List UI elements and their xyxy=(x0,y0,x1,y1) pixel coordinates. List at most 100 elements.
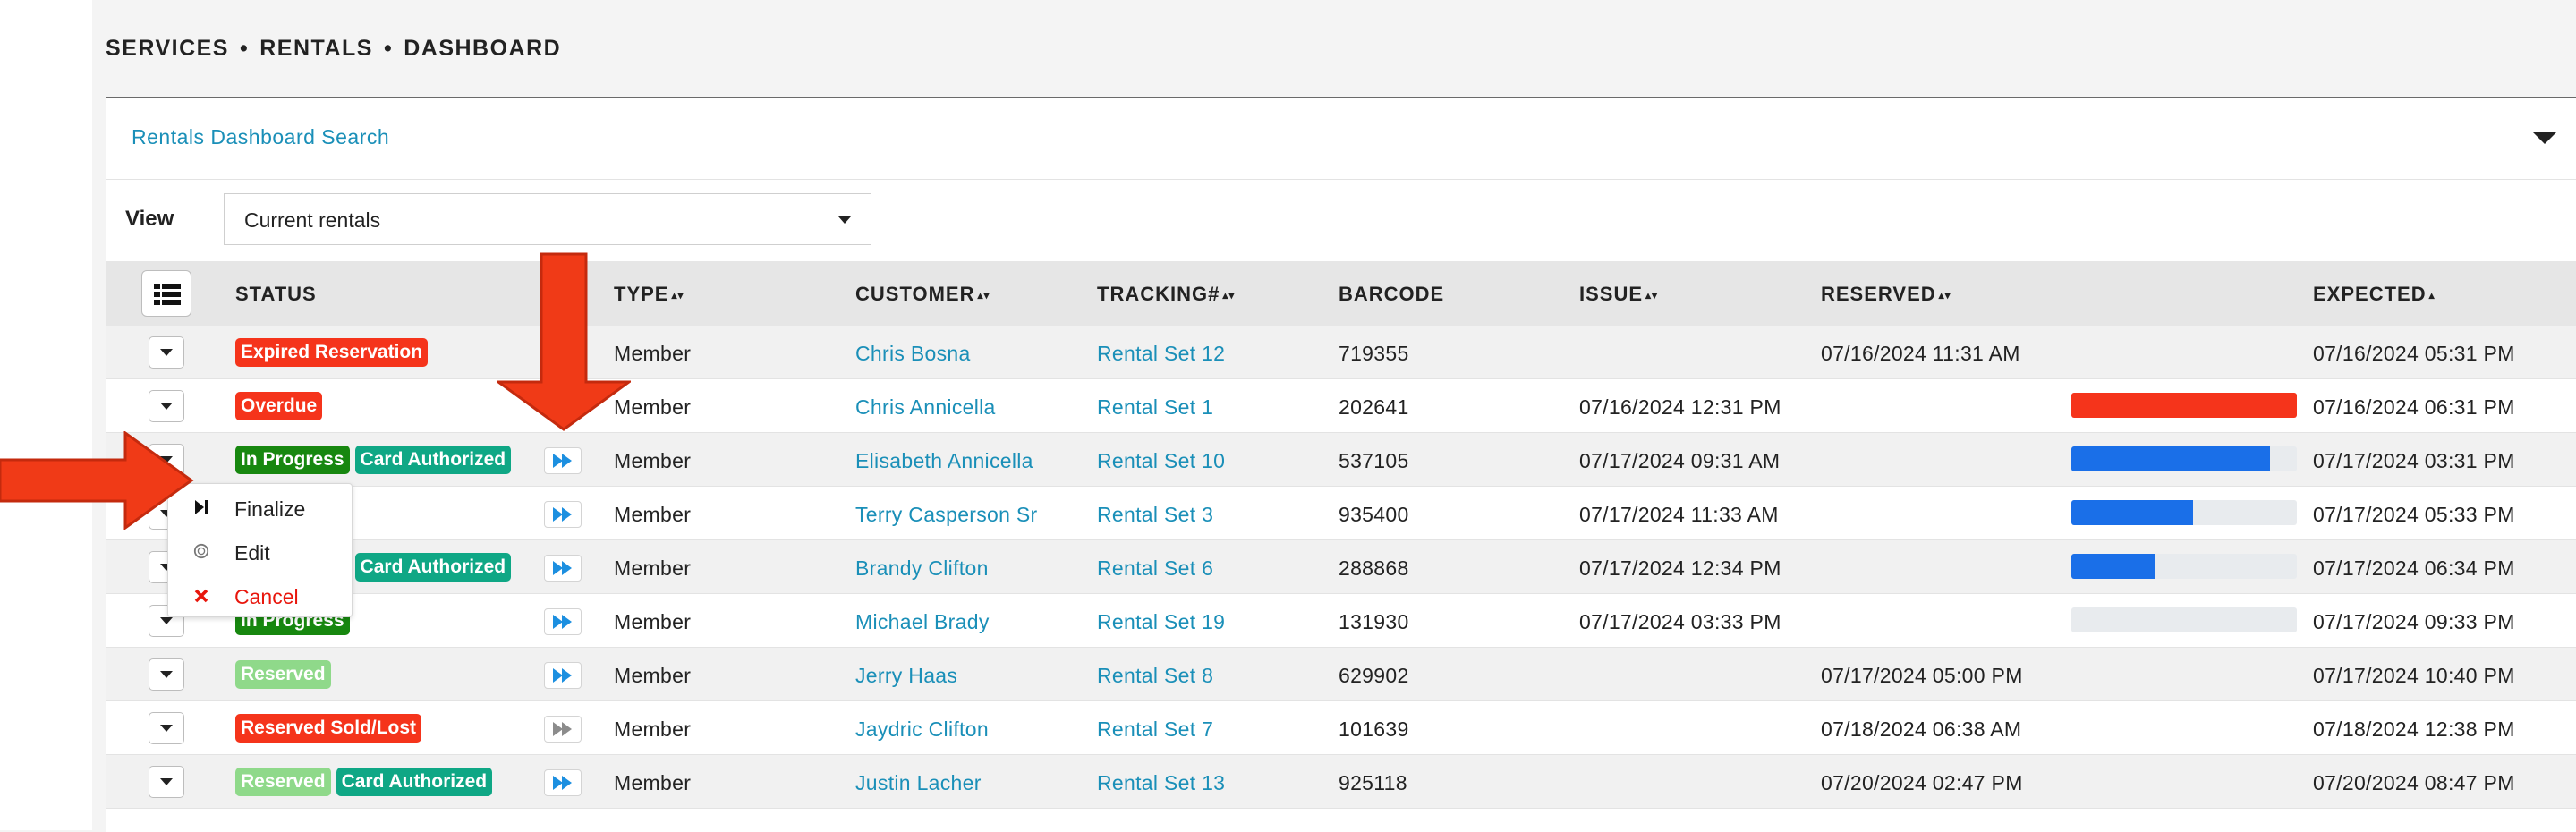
status-badges: Reserved Sold/Lost xyxy=(235,714,427,743)
fast-forward-button[interactable] xyxy=(544,716,582,743)
progress-fill xyxy=(2071,393,2297,418)
edit-icon xyxy=(193,543,209,559)
view-select-value: Current rentals xyxy=(244,208,381,232)
view-select[interactable]: Current rentals xyxy=(224,193,871,245)
reserved-cell: 07/18/2024 06:38 AM xyxy=(1821,717,2022,741)
header-reserved[interactable]: RESERVED ▴▾ xyxy=(1821,283,1951,306)
reserved-cell: 07/17/2024 05:00 PM xyxy=(1821,664,2023,687)
search-accordion-label[interactable]: Rentals Dashboard Search xyxy=(132,125,389,149)
menu-item-edit[interactable]: Edit xyxy=(168,535,352,571)
progress-fill xyxy=(2071,446,2270,471)
barcode-cell: 925118 xyxy=(1339,771,1407,794)
tracking-link[interactable]: Rental Set 10 xyxy=(1097,449,1225,473)
sort-icon: ▴▾ xyxy=(1645,289,1659,302)
chevron-down-icon[interactable] xyxy=(2533,132,2556,144)
menu-item-cancel[interactable]: Cancel xyxy=(168,579,352,615)
expected-cell: 07/17/2024 03:31 PM xyxy=(2313,449,2515,472)
status-badge: Reserved xyxy=(235,768,331,796)
fast-forward-button[interactable] xyxy=(544,447,582,474)
row-expand-button[interactable] xyxy=(149,336,184,369)
barcode-cell: 288868 xyxy=(1339,556,1409,580)
fast-forward-button[interactable] xyxy=(544,555,582,582)
header-issue[interactable]: ISSUE ▴▾ xyxy=(1579,283,1658,306)
type-cell: Member xyxy=(614,664,692,687)
expected-cell: 07/18/2024 12:38 PM xyxy=(2313,717,2515,741)
table-row: In ProgressMemberTerry Casperson SrRenta… xyxy=(106,487,2576,540)
barcode-cell: 935400 xyxy=(1339,503,1409,526)
annotation-arrow-down-icon xyxy=(497,252,631,431)
status-badges: Overdue xyxy=(235,392,327,420)
view-label: View xyxy=(125,207,174,231)
status-badge: Reserved Sold/Lost xyxy=(235,714,422,743)
customer-link[interactable]: Brandy Clifton xyxy=(855,556,989,581)
breadcrumb-rentals[interactable]: RENTALS xyxy=(259,36,373,61)
tracking-link[interactable]: Rental Set 3 xyxy=(1097,503,1213,527)
expected-cell: 07/16/2024 06:31 PM xyxy=(2313,395,2515,419)
issue-cell: 07/17/2024 12:34 PM xyxy=(1579,556,1781,580)
sort-icon: ▴▾ xyxy=(671,289,684,302)
barcode-cell: 101639 xyxy=(1339,717,1409,741)
customer-link[interactable]: Elisabeth Annicella xyxy=(855,449,1033,473)
status-badge: In Progress xyxy=(235,446,350,474)
barcode-cell: 719355 xyxy=(1339,342,1409,365)
customer-link[interactable]: Justin Lacher xyxy=(855,771,982,795)
tracking-link[interactable]: Rental Set 12 xyxy=(1097,342,1225,366)
sort-icon: ▴▾ xyxy=(1938,289,1951,302)
type-cell: Member xyxy=(614,717,692,741)
menu-item-finalize[interactable]: Finalize xyxy=(168,491,352,527)
sort-icon: ▴▾ xyxy=(1222,289,1236,302)
status-badge: Expired Reservation xyxy=(235,338,429,367)
expected-cell: 07/16/2024 05:31 PM xyxy=(2313,342,2515,365)
customer-link[interactable]: Jerry Haas xyxy=(855,664,957,688)
table-row: Reserved Sold/Lost Member Jaydric Clifton R… xyxy=(106,701,2576,755)
tracking-link[interactable]: Rental Set 7 xyxy=(1097,717,1213,742)
table-row: Reserved Card Authorized Member Justin Lach… xyxy=(106,755,2576,809)
header-tracking[interactable]: TRACKING# ▴▾ xyxy=(1097,283,1235,306)
fast-forward-button[interactable] xyxy=(544,608,582,635)
customer-link[interactable]: Michael Brady xyxy=(855,610,990,634)
header-barcode: BARCODE xyxy=(1339,283,1445,305)
breadcrumb-separator: • xyxy=(383,36,394,61)
row-actions-menu: Finalize Edit Cancel xyxy=(167,483,353,617)
row-expand-button[interactable] xyxy=(149,712,184,744)
issue-cell: 07/17/2024 03:33 PM xyxy=(1579,610,1781,633)
menu-item-label: Finalize xyxy=(234,497,306,521)
row-expand-button[interactable] xyxy=(149,390,184,422)
customer-link[interactable]: Chris Annicella xyxy=(855,395,996,420)
column-chooser-button[interactable] xyxy=(141,270,191,317)
rental-progress-bar xyxy=(2071,554,2297,579)
tracking-link[interactable]: Rental Set 13 xyxy=(1097,771,1225,795)
barcode-cell: 131930 xyxy=(1339,610,1409,633)
row-expand-button[interactable] xyxy=(149,658,184,691)
expected-cell: 07/17/2024 05:33 PM xyxy=(2313,503,2515,526)
row-expand-button[interactable] xyxy=(149,766,184,798)
tracking-link[interactable]: Rental Set 1 xyxy=(1097,395,1213,420)
list-grid-icon xyxy=(154,284,181,308)
fast-forward-button[interactable] xyxy=(544,501,582,528)
rental-progress-bar xyxy=(2071,393,2297,418)
status-badge: Card Authorized xyxy=(336,768,493,796)
table-row: Overdue Member Chris Annicella Rental Set 1… xyxy=(106,379,2576,433)
breadcrumb-services[interactable]: SERVICES xyxy=(106,36,229,61)
breadcrumb-separator: • xyxy=(239,36,250,61)
issue-cell: 07/16/2024 12:31 PM xyxy=(1579,395,1781,419)
table-row: In Progress Card Authorized Member Elisabet… xyxy=(106,433,2576,487)
customer-link[interactable]: Jaydric Clifton xyxy=(855,717,989,742)
table-row: In ProgressCard AuthorizedMemberBrandy C… xyxy=(106,540,2576,594)
search-accordion[interactable]: Rentals Dashboard Search xyxy=(106,98,2576,180)
header-expected[interactable]: EXPECTED ▴ xyxy=(2313,283,2436,306)
reserved-cell: 07/20/2024 02:47 PM xyxy=(1821,771,2023,794)
tracking-link[interactable]: Rental Set 8 xyxy=(1097,664,1213,688)
chevron-down-icon xyxy=(838,216,851,224)
rentals-table: STATUS TYPE ▴▾ CUSTOMER ▴▾ TRACKING# ▴▾ BAR… xyxy=(106,261,2576,809)
header-customer[interactable]: CUSTOMER ▴▾ xyxy=(855,283,990,306)
sort-asc-icon: ▴ xyxy=(2428,289,2436,302)
status-badge: Overdue xyxy=(235,392,323,420)
tracking-link[interactable]: Rental Set 6 xyxy=(1097,556,1213,581)
customer-link[interactable]: Terry Casperson Sr xyxy=(855,503,1038,527)
fast-forward-button[interactable] xyxy=(544,662,582,689)
table-row: Reserved Member Jerry Haas Rental Set 8 6299… xyxy=(106,648,2576,701)
tracking-link[interactable]: Rental Set 19 xyxy=(1097,610,1225,634)
fast-forward-button[interactable] xyxy=(544,769,582,796)
customer-link[interactable]: Chris Bosna xyxy=(855,342,971,366)
